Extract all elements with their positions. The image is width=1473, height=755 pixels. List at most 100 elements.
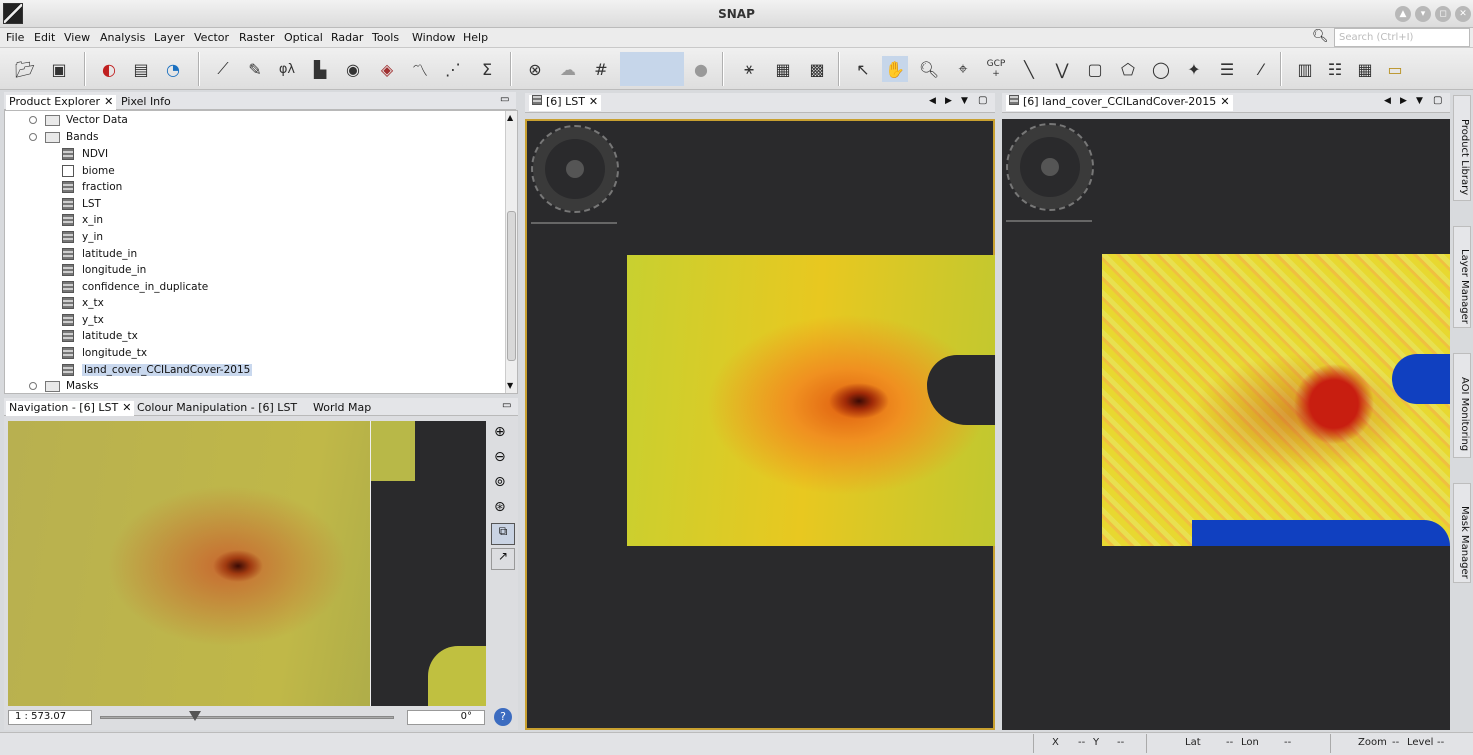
zoom-ruler[interactable] [531, 222, 617, 224]
band-maths-icon[interactable]: ◐ [96, 56, 122, 82]
menu-file[interactable]: File [6, 31, 24, 44]
tab-scroll-left-icon[interactable]: ◀ [1384, 96, 1391, 106]
close-button[interactable]: ✕ [1455, 6, 1471, 22]
histogram-icon[interactable]: ▙ [307, 56, 333, 82]
tab-pixel-info[interactable]: Pixel Info [121, 95, 171, 110]
zoom-in-icon[interactable]: ⊕ [494, 424, 506, 440]
expand-icon[interactable] [29, 116, 37, 124]
close-icon[interactable]: ✕ [122, 401, 131, 414]
tree-band-item[interactable]: LST [62, 196, 101, 212]
profile-plot-icon[interactable]: ⟋ [210, 56, 236, 82]
minimize-button[interactable]: ▾ [1415, 6, 1431, 22]
menu-window[interactable]: Window [412, 31, 455, 44]
tree-band-item[interactable]: biome [62, 163, 115, 179]
tile-evenly-icon[interactable]: ▦ [1352, 56, 1378, 82]
magic-wand-icon[interactable]: ✦ [1181, 56, 1207, 82]
tree-band-item[interactable]: x_tx [62, 295, 104, 311]
zoom-out-icon[interactable]: ⊖ [494, 449, 506, 465]
menu-tools[interactable]: Tools [372, 31, 399, 44]
maximize-button[interactable]: ◻ [1435, 6, 1451, 22]
scroll-up-icon[interactable]: ▲ [507, 113, 513, 122]
graph-builder-icon[interactable]: ⚹ [736, 56, 762, 82]
polygon-draw-icon[interactable]: ⬠ [1115, 56, 1141, 82]
ellipse-draw-icon[interactable]: ◯ [1148, 56, 1174, 82]
lst-image-view[interactable] [525, 119, 995, 730]
tab-list-icon[interactable]: ▼ [1416, 96, 1423, 106]
tab-product-library[interactable]: Product Library [1453, 95, 1471, 201]
help-icon[interactable]: ? [494, 708, 512, 726]
tree-band-item[interactable]: y_in [62, 229, 103, 245]
close-icon[interactable]: ✕ [104, 95, 113, 108]
globe-icon[interactable]: ◉ [340, 56, 366, 82]
pin-placing-icon[interactable]: ⌖ [950, 56, 976, 82]
menu-optical[interactable]: Optical [284, 31, 323, 44]
maximize-view-icon[interactable]: ▢ [1433, 95, 1442, 106]
wave-icon[interactable]: ◔ [160, 56, 186, 82]
edit-icon[interactable]: ✎ [242, 56, 268, 82]
tab-colour-manipulation[interactable]: Colour Manipulation - [6] LST [137, 401, 297, 416]
sync-cursor-icon[interactable]: ↗ [491, 548, 515, 570]
pin-icon[interactable]: ⊗ [522, 56, 548, 82]
scroll-thumb[interactable] [507, 211, 516, 361]
info-map-icon[interactable]: ◈ [374, 56, 400, 82]
tree-band-item[interactable]: latitude_in [62, 246, 137, 262]
tile-horizontal-icon[interactable]: ☷ [1322, 56, 1348, 82]
pan-tool-icon[interactable]: ✋ [882, 56, 908, 82]
save-product-icon[interactable]: ▣ [46, 56, 72, 82]
zoom-pixel-icon[interactable]: ⊚ [494, 474, 506, 490]
tab-lst-view[interactable]: [6] LST ✕ [529, 95, 602, 111]
tree-band-item[interactable]: longitude_tx [62, 345, 147, 361]
tile-vertical-icon[interactable]: ▥ [1292, 56, 1318, 82]
layer-icon[interactable]: ▤ [128, 56, 154, 82]
folder-icon[interactable]: ▭ [1382, 56, 1408, 82]
menu-analysis[interactable]: Analysis [100, 31, 145, 44]
menu-view[interactable]: View [64, 31, 90, 44]
minimize-panel-icon[interactable]: ▭ [502, 400, 511, 411]
tree-band-item[interactable]: y_tx [62, 312, 104, 328]
scroll-down-icon[interactable]: ▼ [507, 381, 513, 390]
scatter-plot-icon[interactable]: ⋰ [440, 56, 466, 82]
range-finder-icon[interactable]: ☰ [1214, 56, 1240, 82]
tree-band-item[interactable]: NDVI [62, 146, 108, 162]
tab-scroll-left-icon[interactable]: ◀ [929, 96, 936, 106]
zoom-ruler[interactable] [1006, 220, 1092, 222]
line-draw-icon[interactable]: ╲ [1016, 56, 1042, 82]
sync-views-icon[interactable]: ⧉ [491, 523, 515, 545]
tree-scrollbar[interactable]: ▲ ▼ [505, 111, 517, 393]
batch-processing-icon[interactable]: ▦ [770, 56, 796, 82]
maximize-view-icon[interactable]: ▢ [978, 95, 987, 106]
tab-scroll-right-icon[interactable]: ▶ [1400, 96, 1407, 106]
menu-help[interactable]: Help [463, 31, 488, 44]
navigation-overview-image[interactable] [8, 421, 486, 706]
line-plot-icon[interactable]: 〽 [407, 56, 433, 82]
tree-band-item[interactable]: x_in [62, 212, 103, 228]
navigation-compass-icon[interactable] [1006, 123, 1094, 211]
open-product-icon[interactable]: 📂︎ [12, 56, 38, 82]
minimize-panel-icon[interactable]: ▭ [500, 94, 509, 105]
statistics-icon[interactable]: Σ [474, 56, 500, 82]
tab-world-map[interactable]: World Map [313, 401, 371, 416]
tab-landcover-view[interactable]: [6] land_cover_CCILandCover-2015 ✕ [1006, 95, 1233, 111]
landcover-image-view[interactable] [1002, 119, 1450, 730]
menu-radar[interactable]: Radar [331, 31, 363, 44]
close-icon[interactable]: ✕ [1220, 95, 1229, 108]
tab-navigation[interactable]: Navigation - [6] LST ✕ [6, 401, 135, 416]
tree-band-item-selected[interactable]: land_cover_CCILandCover-2015 [62, 362, 253, 378]
cloud-icon[interactable]: ☁ [555, 56, 581, 82]
menu-layer[interactable]: Layer [154, 31, 185, 44]
grid-icon[interactable]: # [588, 56, 614, 82]
gcp-tool-icon[interactable]: GCP + [983, 56, 1009, 82]
tree-masks[interactable]: Masks [29, 378, 99, 394]
polyline-draw-icon[interactable]: ⋁ [1049, 56, 1075, 82]
tab-layer-manager[interactable]: Layer Manager [1453, 226, 1471, 328]
tree-band-item[interactable]: longitude_in [62, 262, 146, 278]
tab-product-explorer[interactable]: Product Explorer ✕ [6, 95, 117, 110]
rotation-field[interactable]: 0° [407, 710, 485, 725]
tab-list-icon[interactable]: ▼ [961, 96, 968, 106]
scroll-up-icon[interactable]: ▲ [1395, 6, 1411, 22]
brush-icon[interactable]: ⁄ [1248, 56, 1274, 82]
collapse-icon[interactable] [29, 133, 37, 141]
rectangle-draw-icon[interactable]: ▢ [1082, 56, 1108, 82]
menu-vector[interactable]: Vector [194, 31, 229, 44]
expand-icon[interactable] [29, 382, 37, 390]
